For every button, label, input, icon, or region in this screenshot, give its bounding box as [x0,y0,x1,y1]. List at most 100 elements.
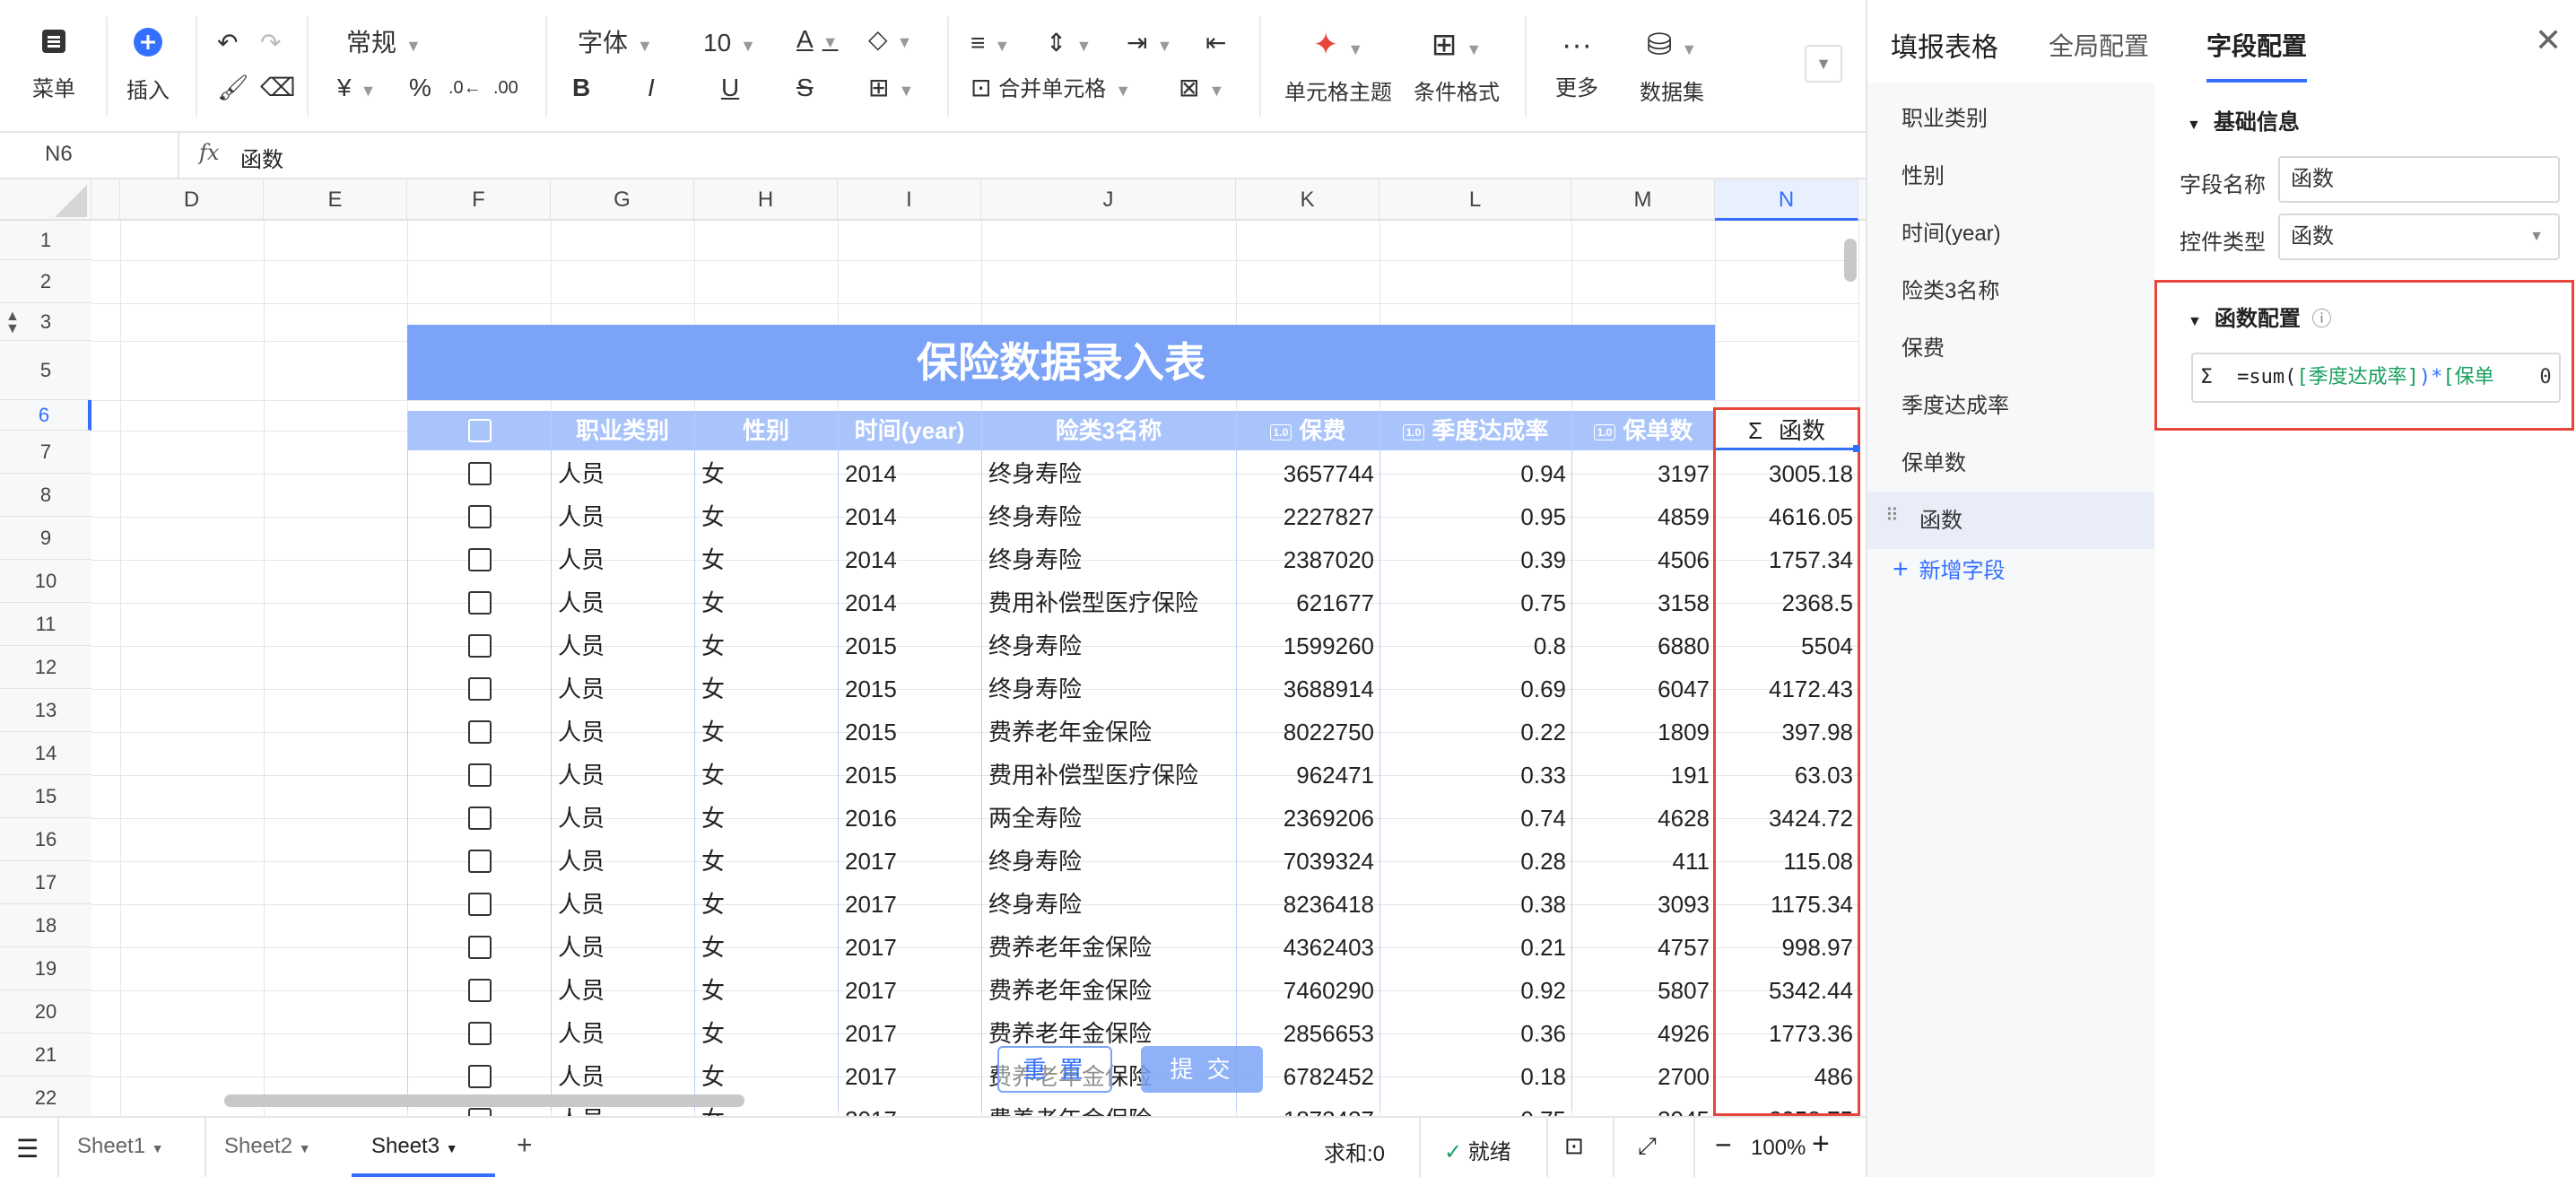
table-cell[interactable]: 1175.34 [1715,885,1858,924]
row-header-5[interactable]: 5 [0,341,91,400]
horizontal-scrollbar[interactable] [224,1094,744,1107]
table-cell[interactable]: 0.69 [1379,669,1571,709]
drag-handle-icon[interactable]: ⠿ [1885,504,1899,527]
table-cell[interactable]: 女 [694,798,838,838]
table-cell[interactable]: 女 [694,928,838,967]
column-header-M[interactable]: M [1571,179,1715,221]
table-cell[interactable]: 女 [694,540,838,580]
table-cell[interactable]: 2016 [838,798,981,838]
table-cell[interactable]: 1757.34 [1715,540,1858,580]
reset-button[interactable]: 重 置 [997,1046,1112,1093]
table-cell[interactable]: 2014 [838,583,981,623]
table-cell[interactable]: 2017 [838,1014,981,1053]
table-cell[interactable]: 2368.5 [1715,583,1858,623]
table-cell[interactable]: 0.28 [1379,841,1571,881]
tab-global-config[interactable]: 全局配置 [2049,27,2149,63]
row-header-19[interactable]: 19 [0,947,91,990]
table-cell[interactable]: 终身寿险 [981,540,1236,580]
row-header-9[interactable]: 9 [0,517,91,560]
redo-icon[interactable]: ↷ [260,27,281,59]
cell-reference[interactable]: N6 [45,142,73,167]
column-header-F[interactable]: F [407,179,551,221]
merge-cells-button[interactable]: ⊡ 合并单元格 ▼ [970,72,1131,107]
table-cell[interactable]: 3158 [1571,583,1715,623]
column-header-H[interactable]: H [694,179,838,221]
table-cell[interactable]: 人员 [551,971,694,1010]
table-cell[interactable]: 115.08 [1715,841,1858,881]
table-cell[interactable]: 4628 [1571,798,1715,838]
add-sheet-icon[interactable]: + [517,1130,533,1161]
table-cell[interactable]: 2017 [838,841,981,881]
table-cell[interactable]: 1773.36 [1715,1014,1858,1053]
table-cell[interactable]: 2015 [838,712,981,752]
table-cell[interactable]: 2017 [838,885,981,924]
field-item[interactable]: 保单数 [1902,445,1966,476]
table-cell[interactable]: 621677 [1236,583,1379,623]
function-config-header[interactable]: ▼ 函数配置 ⓘ [2188,301,2332,332]
format-painter-icon[interactable]: 🖌 [217,72,249,104]
table-cell[interactable]: 2700 [1571,1057,1715,1096]
cell-theme-button[interactable]: ✦ ▼ 单元格主题 [1281,27,1396,106]
table-cell[interactable]: 8022750 [1236,712,1379,752]
table-cell[interactable]: 终身寿险 [981,626,1236,666]
table-cell[interactable]: 6880 [1571,626,1715,666]
table-cell[interactable]: 0.21 [1379,928,1571,967]
field-item[interactable]: 性别 [1902,158,1945,189]
fill-color-icon[interactable]: ◇ ▼ [868,23,912,58]
table-cell[interactable]: 人员 [551,583,694,623]
table-cell[interactable]: 终身寿险 [981,497,1236,536]
row-checkbox[interactable] [468,850,492,873]
field-item[interactable]: 季度达成率 [1902,388,2009,419]
tab-fill-form[interactable]: 填报表格 [1891,25,1998,65]
table-header-8[interactable]: Σ 函数 [1715,411,1858,450]
table-cell[interactable]: 人员 [551,454,694,493]
column-header-E[interactable]: E [264,179,407,221]
table-cell[interactable]: 费养老年金保险 [981,928,1236,967]
dataset-button[interactable]: ⛁ ▼ 数据集 [1629,27,1715,106]
table-cell[interactable]: 费用补偿型医疗保险 [981,755,1236,795]
table-cell[interactable]: 终身寿险 [981,669,1236,709]
row-header-7[interactable]: 7 [0,431,91,474]
add-field-button[interactable]: + 新增字段 [1893,553,2006,585]
table-header-3[interactable]: 时间(year) [838,411,981,450]
menu-button[interactable]: 菜单 [20,27,88,102]
table-cell[interactable]: 终身寿险 [981,841,1236,881]
table-cell[interactable]: 女 [694,1014,838,1053]
row-header-16[interactable]: 16 [0,818,91,861]
table-cell[interactable]: 0.8 [1379,626,1571,666]
align-left-icon[interactable]: ≡ ▼ [970,27,1010,62]
table-cell[interactable]: 4172.43 [1715,669,1858,709]
row-checkbox[interactable] [468,720,492,744]
table-cell[interactable]: 费养老年金保险 [981,1100,1236,1116]
table-cell[interactable]: 终身寿险 [981,454,1236,493]
table-cell[interactable]: 0.74 [1379,798,1571,838]
table-cell[interactable]: 4757 [1571,928,1715,967]
column-header-L[interactable]: L [1379,179,1571,221]
number-format-select[interactable]: 常规 ▼ [346,27,422,62]
table-cell[interactable]: 0.75 [1379,583,1571,623]
field-name-input[interactable]: 函数 [2278,156,2560,203]
table-cell[interactable]: 0.95 [1379,497,1571,536]
table-cell[interactable]: 女 [694,497,838,536]
table-cell[interactable]: 2015 [838,669,981,709]
row-checkbox[interactable] [468,591,492,615]
row-checkbox[interactable] [468,936,492,959]
row-header-13[interactable]: 13 [0,689,91,732]
row-checkbox[interactable] [468,1022,492,1045]
table-cell[interactable]: 8236418 [1236,885,1379,924]
table-cell[interactable]: 2017 [838,928,981,967]
fit-page-icon[interactable]: ⊡ [1564,1132,1584,1160]
table-cell[interactable]: 2017 [838,971,981,1010]
table-cell[interactable]: 3657744 [1236,454,1379,493]
table-cell[interactable]: 3424.72 [1715,798,1858,838]
table-cell[interactable]: 女 [694,669,838,709]
table-cell[interactable]: 人员 [551,540,694,580]
table-cell[interactable]: 4859 [1571,497,1715,536]
table-cell[interactable]: 2014 [838,540,981,580]
currency-icon[interactable]: ¥ ▼ [337,72,376,107]
row-checkbox[interactable] [468,1108,492,1116]
eraser-icon[interactable]: ⌫ [260,72,296,104]
row-header-8[interactable]: 8 [0,474,91,517]
table-cell[interactable]: 0.75 [1379,1100,1571,1116]
column-header-K[interactable]: K [1236,179,1379,221]
